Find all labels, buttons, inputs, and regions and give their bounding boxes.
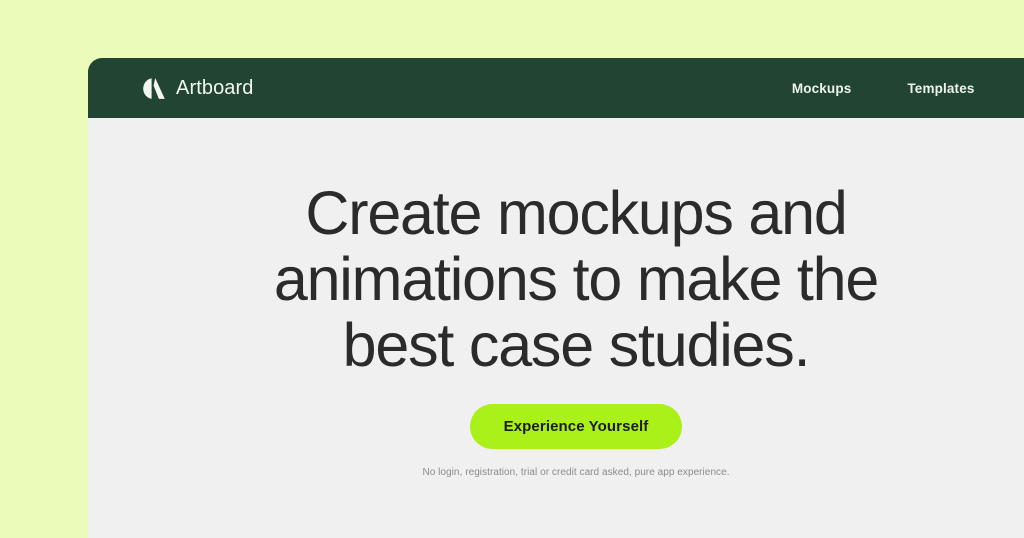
- hero-section: Create mockups and animations to make th…: [88, 118, 1024, 538]
- page-title: Create mockups and animations to make th…: [273, 179, 879, 379]
- nav-link-templates[interactable]: Templates: [907, 81, 974, 96]
- brand-logo[interactable]: Artboard: [142, 76, 254, 101]
- artboard-a-logo-icon: [142, 76, 166, 101]
- brand-name: Artboard: [176, 76, 254, 99]
- nav-link-mockups[interactable]: Mockups: [792, 81, 852, 96]
- hero-cta-container: Experience Yourself: [88, 404, 1024, 449]
- hero-subnote: No login, registration, trial or credit …: [422, 467, 730, 478]
- page-canvas: Artboard Mockups Templates Features Crea…: [0, 0, 1024, 538]
- site-navbar: Artboard Mockups Templates Features: [88, 58, 1024, 118]
- experience-yourself-button[interactable]: Experience Yourself: [469, 404, 683, 449]
- nav-links: Mockups Templates Features: [792, 81, 1024, 96]
- website-preview-card: Artboard Mockups Templates Features Crea…: [88, 58, 1024, 538]
